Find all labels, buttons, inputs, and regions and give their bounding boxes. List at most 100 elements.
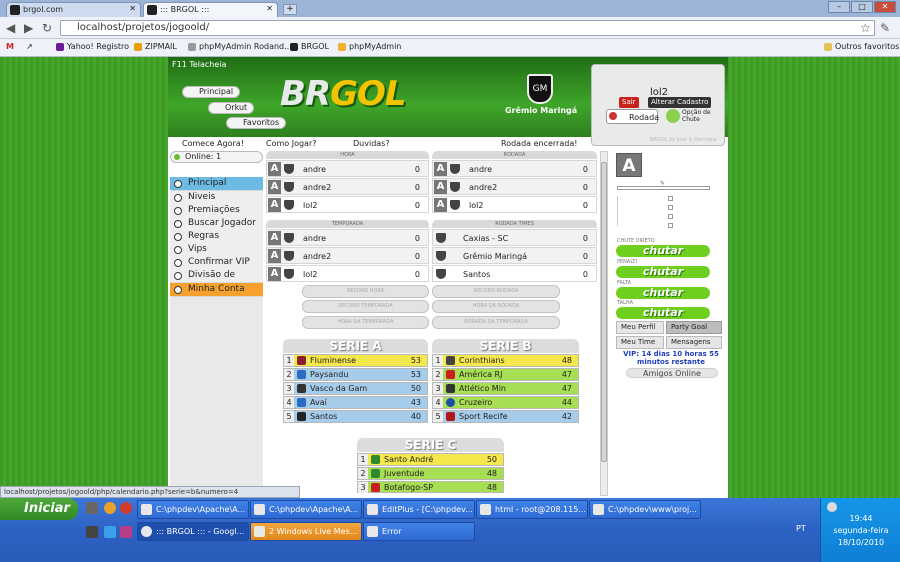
hora-da-rodada-button[interactable]: HORA DA RODADA [432,300,560,313]
penalti-label: PENALTI [617,259,637,265]
serie-b-row[interactable]: 3 Atlético Min 47 [432,382,579,395]
maximize-button[interactable]: □ [851,1,873,13]
user-box: lol2 Sair Alterar Cadastro Rodada Opção … [591,64,725,146]
online-icon [174,154,180,160]
task-apache-2[interactable]: C:\phpdev\Apache\A... [250,500,362,519]
menu-divisao-acesso[interactable]: Divisão de Acesso [170,269,263,293]
close-tab-icon[interactable]: ✕ [266,4,273,13]
como-jogar-link[interactable]: Como Jogar? [266,139,316,148]
amigos-online-button[interactable]: Amigos Online [626,368,718,378]
logout-button[interactable]: Sair [619,97,639,108]
quicklaunch-icon[interactable] [86,526,98,538]
scrollbar-thumb[interactable] [601,162,607,462]
serie-a-header[interactable]: SERIE A [283,339,428,353]
serie-a-row[interactable]: 5 Santos 40 [283,410,428,423]
task-explorer[interactable]: C:\phpdev\www\proj... [589,500,701,519]
other-bookmarks[interactable]: Outros favoritos [824,42,899,51]
serie-c-row[interactable]: 2 Juventude 48 [357,467,504,480]
new-tab-button[interactable]: + [283,4,297,15]
nav-orkut[interactable]: Orkut [208,102,255,114]
star-icon[interactable]: ☆ [860,21,871,35]
menu-niveis[interactable]: Niveis [170,191,263,205]
quicklaunch-icon[interactable] [104,526,116,538]
mensagens-button[interactable]: Mensagens [666,336,722,349]
talha-label: TALHA [617,300,634,306]
party-goal-button[interactable]: Party Goal [666,321,722,334]
avatar-icon: A [268,267,281,281]
quicklaunch-icon[interactable] [120,502,132,514]
task-chrome-brgol[interactable]: ::: BRGOL ::: - Googl... [137,522,249,541]
serie-b-row[interactable]: 2 América RJ 47 [432,368,579,381]
tab-brgol[interactable]: ::: BRGOL ::: ✕ [143,2,278,17]
duvidas-link[interactable]: Duvidas? [353,139,390,148]
task-editplus[interactable]: EditPlus - [C:\phpdev... [363,500,475,519]
chutar-penalti-button[interactable]: chutar [616,266,710,278]
serie-c-row[interactable]: 3 Botafogo-SP 48 [357,481,504,493]
bookmark-yahoo[interactable]: Yahoo! Registro [56,42,129,51]
task-apache-1[interactable]: C:\phpdev\Apache\A... [137,500,249,519]
tray-icon[interactable] [827,502,837,512]
serie-a-row[interactable]: 1 Fluminense 53 [283,354,428,367]
start-button[interactable]: Iniciar [0,498,78,520]
back-icon[interactable]: ◀ [6,21,15,35]
record-rodada-button[interactable]: RECORD RODADA [432,285,560,298]
record-temporada-button[interactable]: RECORD TEMPORADA [302,300,429,313]
bookmark-zipmail[interactable]: ZIPMAIL [134,42,177,51]
menu-regras[interactable]: Regras [170,230,263,244]
serie-c-row[interactable]: 1 Santo André 50 [357,453,504,466]
bookmark-phpmyadmin-rodando[interactable]: phpMyAdmin Rodand... [188,42,292,51]
task-live-messenger[interactable]: 2 Windows Live Mes... [250,522,362,541]
chutar-direto-button[interactable]: chutar [616,245,710,257]
hora-da-temporada-button[interactable]: HORA DA TEMPORADA [302,316,429,329]
serie-c-header[interactable]: SERIE C [357,438,504,452]
reload-icon[interactable]: ↻ [42,21,52,35]
menu-minha-conta[interactable]: Minha Conta [170,283,263,297]
serie-a-row[interactable]: 3 Vasco da Gam 50 [283,382,428,395]
serie-b-row[interactable]: 5 Sport Recife 42 [432,410,579,423]
team-crest-icon [297,384,306,393]
serie-b-row[interactable]: 1 Corinthians 48 [432,354,579,367]
wrench-icon[interactable]: ✎ [880,21,890,35]
temporada-row: Alol2 0 [266,265,429,282]
yahoo-icon [56,43,64,51]
quicklaunch-icon[interactable] [104,502,116,514]
task-terminal[interactable]: html - root@208.115... [476,500,588,519]
language-indicator[interactable]: PT [796,524,806,533]
serie-b-header[interactable]: SERIE B [432,339,579,353]
menu-principal[interactable]: Principal [170,177,263,191]
opcao-chute-link[interactable]: Opção de Chute [682,109,718,123]
nav-principal[interactable]: Principal [182,86,241,98]
serie-b-row[interactable]: 4 Cruzeiro 44 [432,396,579,409]
minimize-button[interactable]: – [828,1,850,13]
tab-brgol-com[interactable]: brgol.com ✕ [6,2,141,17]
address-bar[interactable]: localhost/projetos/jogoold/ [60,20,875,36]
chutar-talha-button[interactable]: chutar [616,307,710,319]
pencil-icon[interactable]: ✎ [660,180,665,187]
menu-vips[interactable]: Vips [170,243,263,257]
serie-a-row[interactable]: 2 Paysandu 53 [283,368,428,381]
forward-icon[interactable]: ▶ [24,21,33,35]
menu-confirmar-vip[interactable]: Confirmar VIP [170,256,263,270]
gmail-icon[interactable]: M [6,42,14,51]
meu-time-button[interactable]: Meu Time [616,336,664,349]
meu-perfil-button[interactable]: Meu Perfil [616,321,664,334]
nav-favoritos[interactable]: Favoritos [226,117,287,129]
edit-profile-button[interactable]: Alterar Cadastro [648,97,712,108]
team-crest-icon [297,356,306,365]
bookmark-phpmyadmin[interactable]: phpMyAdmin [338,42,401,51]
chutar-falta-button[interactable]: chutar [616,287,710,299]
menu-premiacoes[interactable]: Premiações [170,204,263,218]
close-tab-icon[interactable]: ✕ [129,4,136,13]
serie-a-row[interactable]: 4 Avaí 43 [283,396,428,409]
task-error[interactable]: Error [363,522,475,541]
quicklaunch-icon[interactable] [86,502,98,514]
menu-buscar-jogador[interactable]: Buscar Jogador [170,217,263,231]
record-hora-button[interactable]: RECORD HORA [302,285,429,298]
rodada-da-temporada-button[interactable]: RODADA DA TEMPORADA [432,316,560,329]
rodada-row: Aandre 0 [432,160,597,177]
bookmark-icon[interactable]: ↗ [26,42,33,51]
quicklaunch-icon[interactable] [120,526,132,538]
close-window-button[interactable]: ✕ [874,1,896,13]
comece-agora-link[interactable]: Comece Agora! [182,139,244,148]
bookmark-brgol[interactable]: BRGOL [290,42,329,51]
